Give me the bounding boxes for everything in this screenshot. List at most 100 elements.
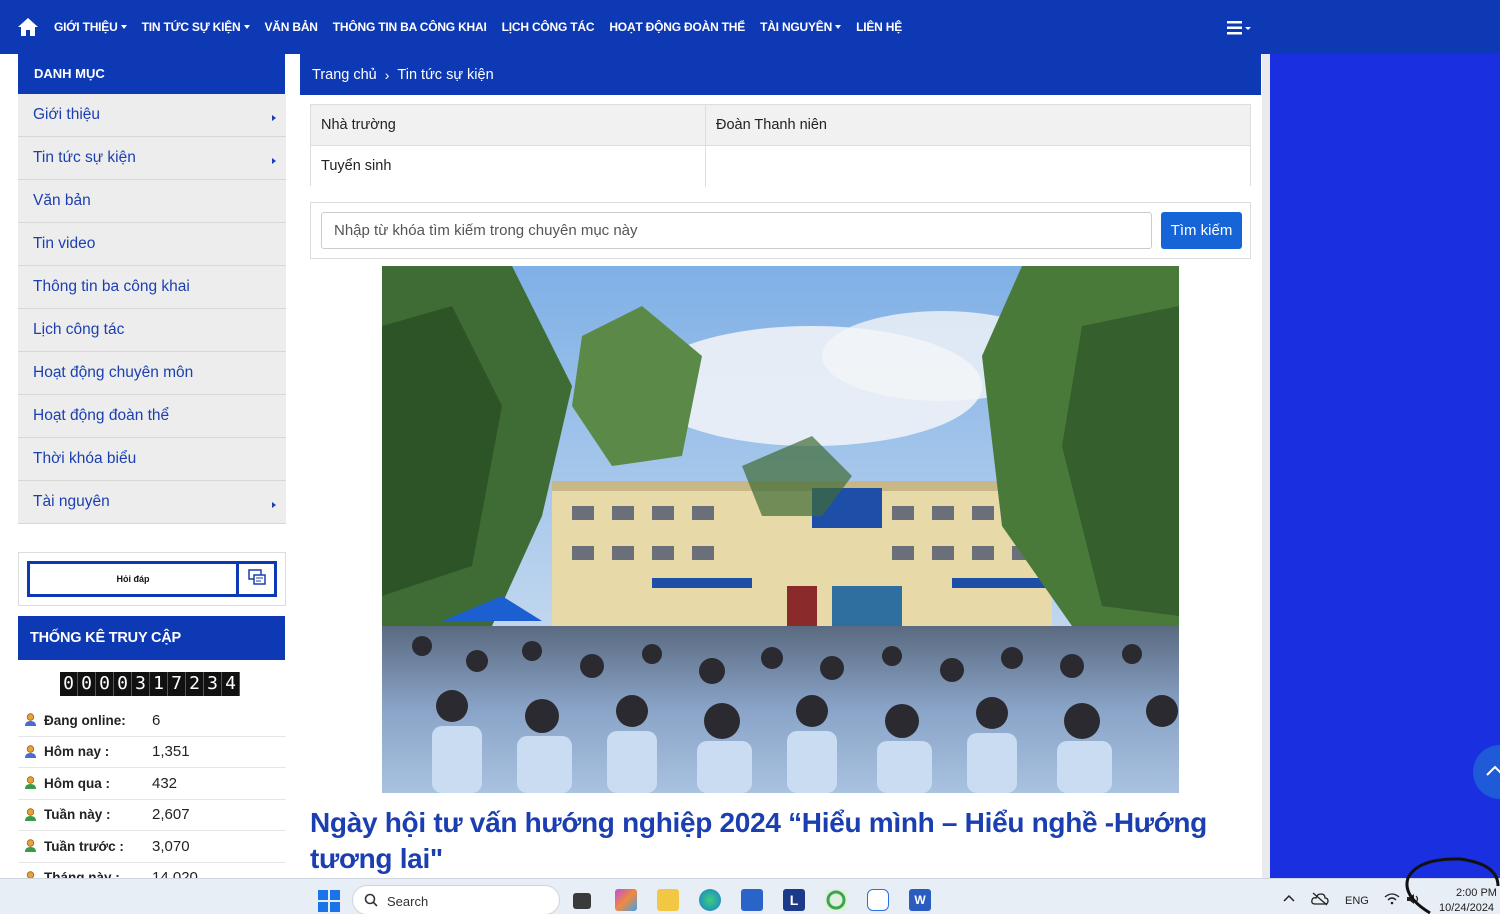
- nav-item[interactable]: TÀI NGUYÊN: [760, 20, 842, 34]
- taskbar-search-label: Search: [387, 894, 429, 909]
- article-photo[interactable]: [382, 266, 1179, 793]
- scroll-to-top-button[interactable]: [1473, 745, 1500, 799]
- breadcrumb-current[interactable]: Tin tức sự kiện: [397, 67, 493, 83]
- sidebar-item-label: Thông tin ba công khai: [33, 278, 190, 295]
- nav-item[interactable]: LIÊN HỆ: [856, 20, 902, 34]
- counter-digit: 0: [78, 672, 96, 696]
- chevron-up-icon[interactable]: [1283, 894, 1295, 902]
- counter-digit: 1: [150, 672, 168, 696]
- wifi-icon[interactable]: [1384, 893, 1400, 905]
- chat-icon: [236, 564, 274, 594]
- stats-label: Tuần trước :: [44, 838, 124, 854]
- taskbar-search[interactable]: Search: [352, 885, 560, 914]
- sidebar-item[interactable]: Hoạt động chuyên môn: [18, 352, 286, 395]
- hamburger-menu-icon[interactable]: [1227, 20, 1253, 36]
- cloud-offline-icon[interactable]: [1311, 892, 1329, 906]
- store-icon[interactable]: [741, 889, 763, 911]
- stats-label: Đang online:: [44, 712, 126, 728]
- user-icon: [25, 713, 36, 726]
- nav-item-label: TÀI NGUYÊN: [760, 20, 833, 34]
- subcategory-link[interactable]: Đoàn Thanh niên: [706, 105, 1250, 146]
- caret-right-icon: [272, 502, 276, 508]
- counter-digit: 4: [222, 672, 240, 696]
- caret-right-icon: [272, 158, 276, 164]
- caret-right-icon: [272, 115, 276, 121]
- sidebar-item[interactable]: Thời khóa biểu: [18, 438, 286, 481]
- sidebar-item[interactable]: Thông tin ba công khai: [18, 266, 286, 309]
- stats-value: 3,070: [152, 837, 190, 855]
- sidebar-item-label: Tin video: [33, 235, 96, 252]
- nav-item[interactable]: THÔNG TIN BA CÔNG KHAI: [333, 20, 487, 34]
- sidebar-item-label: Lịch công tác: [33, 321, 125, 338]
- sidebar-item[interactable]: Lịch công tác: [18, 309, 286, 352]
- stats-value: 2,607: [152, 806, 190, 824]
- sidebar-item[interactable]: Giới thiệu: [18, 94, 286, 137]
- sidebar-item[interactable]: Hoạt động đoàn thể: [18, 395, 286, 438]
- sidebar-menu: Giới thiệu Tin tức sự kiện Văn bản Tin vide…: [18, 94, 286, 524]
- sidebar-item[interactable]: Tài nguyên: [18, 481, 286, 524]
- language-indicator[interactable]: ENG: [1345, 895, 1369, 907]
- sidebar-item[interactable]: Tin video: [18, 223, 286, 266]
- zalo-icon[interactable]: [867, 889, 889, 911]
- caret-down-icon: [120, 25, 127, 29]
- nav-item[interactable]: GIỚI THIỆU: [54, 20, 127, 34]
- search-box: Tìm kiếm: [310, 202, 1251, 259]
- nav-item-label: THÔNG TIN BA CÔNG KHAI: [332, 20, 487, 34]
- breadcrumb-home[interactable]: Trang chủ: [312, 67, 377, 83]
- qa-label: Hỏi đáp: [116, 574, 150, 584]
- subcategory-empty: [706, 146, 1250, 187]
- qa-widget: Hỏi đáp: [18, 552, 286, 606]
- search-icon: [364, 893, 378, 907]
- caret-down-icon: [243, 25, 250, 29]
- task-view-icon[interactable]: [573, 893, 591, 909]
- stats-table: Đang online: 6 Hôm nay : 1,351 Hôm qua : 432 T…: [18, 705, 286, 894]
- stats-label: Hôm qua :: [44, 775, 110, 791]
- chevron-right-icon: ›: [384, 66, 390, 83]
- counter-digit: 0: [60, 672, 78, 696]
- nav-item[interactable]: HOẠT ĐỘNG ĐOÀN THỂ: [609, 20, 745, 34]
- nav-item-label: LỊCH CÔNG TÁC: [501, 20, 595, 34]
- nav-item-label: LIÊN HỆ: [856, 20, 903, 34]
- stats-label: Hôm nay :: [44, 744, 110, 760]
- user-icon: [25, 807, 36, 821]
- counter-digit: 3: [204, 672, 222, 696]
- copilot-icon[interactable]: [615, 889, 637, 911]
- edge-browser-icon[interactable]: [699, 889, 721, 911]
- sidebar-item[interactable]: Tin tức sự kiện: [18, 137, 286, 180]
- qa-button[interactable]: Hỏi đáp: [27, 561, 277, 597]
- search-button[interactable]: Tìm kiếm: [1161, 212, 1242, 249]
- app-icon[interactable]: [825, 889, 847, 911]
- subcategory-link[interactable]: Tuyển sinh: [311, 146, 706, 187]
- sidebar-item-label: Thời khóa biểu: [33, 450, 137, 467]
- nav-menu: GIỚI THIỆU TIN TỨC SỰ KIỆN VĂN BẢN THÔNG TI…: [54, 0, 917, 54]
- stats-row: Đang online: 6: [18, 705, 286, 737]
- stats-row: Hôm nay : 1,351: [18, 737, 286, 768]
- subcategory-table: Nhà trường Đoàn Thanh niên Tuyển sinh: [310, 104, 1251, 187]
- sidebar-item-label: Hoạt động chuyên môn: [33, 364, 194, 381]
- counter-digit: 2: [186, 672, 204, 696]
- nav-item-label: GIỚI THIỆU: [54, 20, 118, 34]
- word-icon[interactable]: W: [909, 889, 931, 911]
- stats-value: 1,351: [152, 743, 190, 761]
- lingoes-app-icon[interactable]: L: [783, 889, 805, 911]
- nav-item[interactable]: VĂN BẢN: [265, 20, 318, 34]
- top-nav: GIỚI THIỆU TIN TỨC SỰ KIỆN VĂN BẢN THÔNG TI…: [0, 0, 1500, 54]
- sidebar-item[interactable]: Văn bản: [18, 180, 286, 223]
- stats-row: Tuần trước : 3,070: [18, 831, 286, 863]
- counter-digit: 7: [168, 672, 186, 696]
- article-title[interactable]: Ngày hội tư vấn hướng nghiệp 2024 “Hiểu …: [310, 805, 1250, 877]
- caret-down-icon: [835, 25, 842, 29]
- nav-item[interactable]: TIN TỨC SỰ KIỆN: [142, 20, 250, 34]
- stats-label: Tuần này :: [44, 807, 111, 823]
- hand-drawn-circle-mark: [1405, 857, 1500, 914]
- search-input[interactable]: [321, 212, 1152, 249]
- breadcrumb: Trang chủ › Tin tức sự kiện: [300, 54, 1261, 95]
- stats-row: Tuần này : 2,607: [18, 800, 286, 831]
- windows-start-icon[interactable]: [318, 890, 340, 912]
- home-icon[interactable]: [17, 17, 39, 37]
- file-explorer-icon[interactable]: [657, 889, 679, 911]
- counter-digit: 3: [132, 672, 150, 696]
- nav-item[interactable]: LỊCH CÔNG TÁC: [502, 20, 595, 34]
- sidebar-title: DANH MỤC: [18, 54, 285, 94]
- subcategory-link[interactable]: Nhà trường: [311, 105, 706, 146]
